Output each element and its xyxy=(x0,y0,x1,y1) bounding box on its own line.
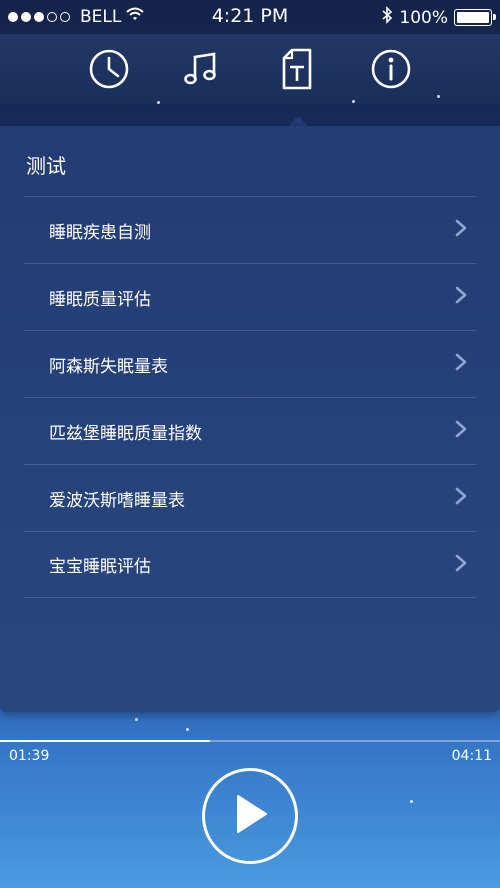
chevron-right-icon xyxy=(454,285,468,309)
list-item[interactable]: 阿森斯失眠量表 xyxy=(24,330,476,397)
progress-fill xyxy=(0,740,210,742)
list-item-label: 睡眠质量评估 xyxy=(49,289,151,310)
play-icon xyxy=(230,792,270,840)
elapsed-time: 01:39 xyxy=(9,748,50,764)
music-note-icon[interactable] xyxy=(178,46,224,92)
test-list: 睡眠疾患自测 睡眠质量评估 阿森斯失眠量表 匹兹堡睡眠质量指数 爱波沃斯嗜睡量表… xyxy=(24,196,476,598)
test-document-icon[interactable] xyxy=(274,46,320,92)
active-tab-caret xyxy=(288,116,308,126)
chevron-right-icon xyxy=(454,553,468,577)
chevron-right-icon xyxy=(454,352,468,376)
info-icon[interactable] xyxy=(368,46,414,92)
sparkle xyxy=(352,100,355,103)
list-item[interactable]: 睡眠质量评估 xyxy=(24,263,476,330)
battery-percent: 100% xyxy=(399,7,448,28)
sparkle xyxy=(410,800,413,803)
sparkle xyxy=(135,718,138,721)
list-item[interactable]: 睡眠疾患自测 xyxy=(24,196,476,263)
list-item-label: 匹兹堡睡眠质量指数 xyxy=(49,423,202,444)
chevron-right-icon xyxy=(454,486,468,510)
sparkle xyxy=(186,728,189,731)
chevron-right-icon xyxy=(454,419,468,443)
top-nav xyxy=(0,34,500,104)
playback-progress-bar[interactable] xyxy=(0,740,500,742)
list-item-label: 阿森斯失眠量表 xyxy=(49,356,168,377)
list-item-label: 爱波沃斯嗜睡量表 xyxy=(49,490,185,511)
chevron-right-icon xyxy=(454,218,468,242)
total-time: 04:11 xyxy=(451,748,492,764)
sparkle xyxy=(157,101,160,104)
clock-icon[interactable] xyxy=(86,46,132,92)
list-item[interactable]: 爱波沃斯嗜睡量表 xyxy=(24,464,476,531)
panel-title: 测试 xyxy=(26,154,66,178)
list-item[interactable]: 匹兹堡睡眠质量指数 xyxy=(24,397,476,464)
list-item-label: 睡眠疾患自测 xyxy=(49,222,151,243)
bluetooth-icon xyxy=(381,6,393,29)
status-bar: BELL 4:21 PM 100% xyxy=(0,0,500,34)
list-item[interactable]: 宝宝睡眠评估 xyxy=(24,531,476,598)
battery-icon xyxy=(454,9,496,26)
status-right: 100% xyxy=(381,6,496,29)
list-item-label: 宝宝睡眠评估 xyxy=(49,557,151,577)
play-button[interactable] xyxy=(202,768,298,864)
sparkle xyxy=(437,95,440,98)
test-panel: 测试 睡眠疾患自测 睡眠质量评估 阿森斯失眠量表 匹兹堡睡眠质量指数 爱波沃斯嗜… xyxy=(0,126,500,712)
battery-fill xyxy=(457,12,489,23)
